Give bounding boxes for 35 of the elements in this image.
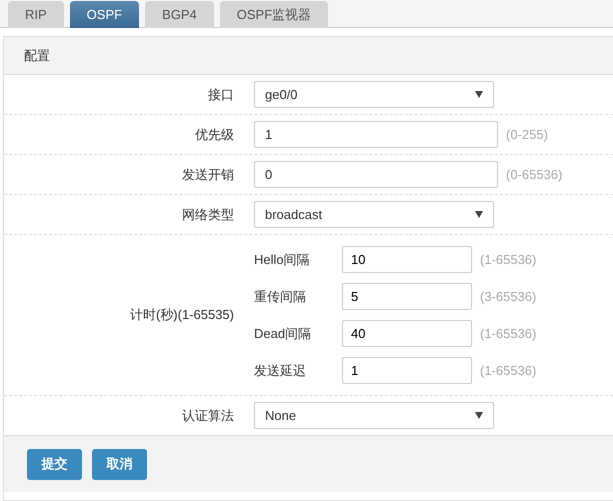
dropdown[interactable]: broadcast [254,201,494,228]
tab[interactable]: BGP4 [145,1,214,28]
field-label: 网络类型 [181,206,235,224]
input-field[interactable]: 40 [342,320,472,347]
range-hint: (1-65536) [480,250,536,269]
field-label: 优先级 [194,126,235,144]
field-label: Dead间隔 [254,324,312,343]
input-field[interactable]: 5 [342,283,472,310]
range-hint: (0-255) [506,126,548,144]
caret-icon [475,211,483,218]
input-field[interactable]: 10 [342,246,472,273]
field-label: 重传间隔 [254,288,307,306]
range-hint: (3-65536) [480,288,536,306]
tab[interactable]: OSPF监视器 [220,1,328,28]
range-hint: (1-65536) [480,324,536,343]
button[interactable]: 取消 [92,448,147,480]
input-field[interactable]: 1 [254,121,498,148]
field-label: 发送延迟 [254,362,307,380]
caret-icon [475,412,483,419]
input-field[interactable]: 0 [254,161,498,188]
dropdown[interactable]: ge0/0 [254,81,494,108]
field-label: 认证算法 [181,406,235,425]
field-label: 发送开销 [181,166,235,184]
caret-icon [475,91,483,98]
field-label: 计时(秒)(1-65535) [128,306,235,324]
input-field[interactable]: 1 [342,357,472,384]
button[interactable]: 提交 [27,448,82,480]
dropdown[interactable]: None [254,402,494,429]
range-hint: (1-65536) [480,362,536,380]
field-label: 接口 [207,86,235,104]
field-label: Hello间隔 [254,250,311,269]
panel-title: 配置 [24,46,50,65]
range-hint: (0-65536) [506,166,562,184]
tab[interactable]: RIP [8,1,64,28]
tab[interactable]: OSPF [70,1,140,28]
